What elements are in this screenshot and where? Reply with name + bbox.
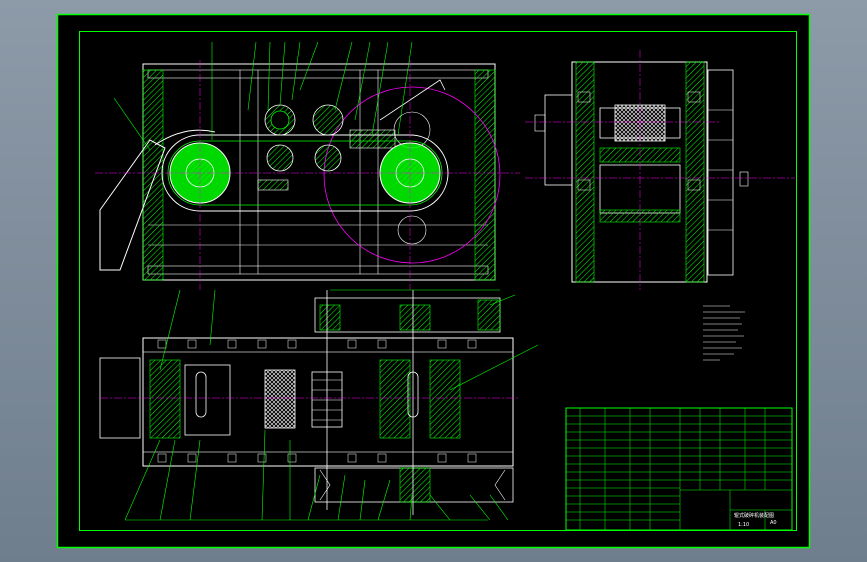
title-block-name: 辊式破碎机装配图: [734, 513, 775, 519]
plan-roller-knurled: [264, 369, 296, 429]
pinion-gear-right: [312, 104, 344, 136]
assembly-drawing: [56, 13, 811, 549]
title-block-scale: 1:10: [738, 522, 750, 528]
title-block-code: A0: [770, 520, 777, 526]
cad-viewport: 辊式破碎机装配图 A0 1:10: [0, 0, 867, 562]
